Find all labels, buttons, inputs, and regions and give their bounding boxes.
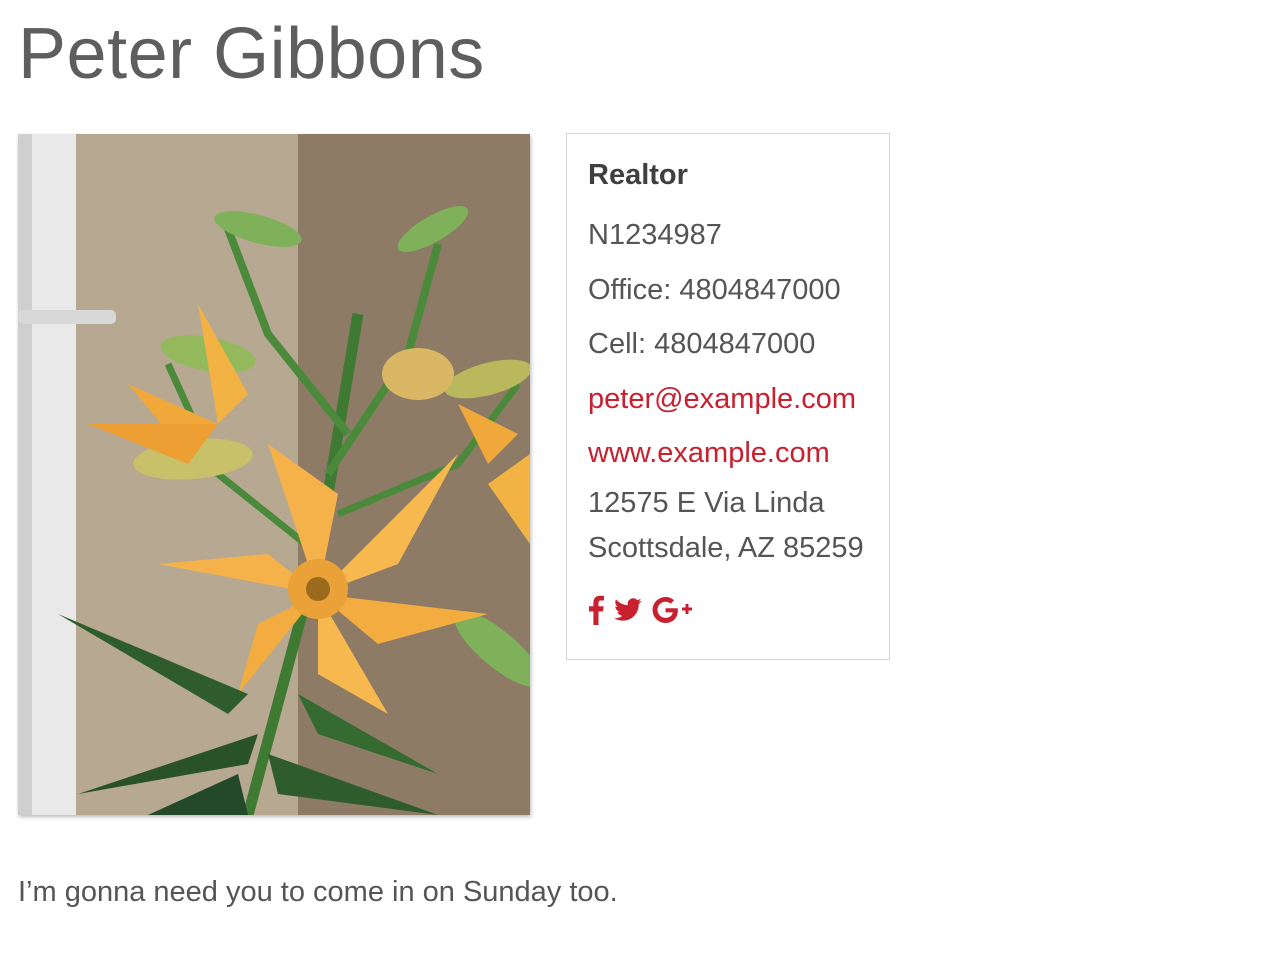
license-number: N1234987 bbox=[588, 219, 722, 251]
agent-photo bbox=[18, 134, 530, 815]
agent-role: Realtor bbox=[588, 159, 688, 191]
page-title: Peter Gibbons bbox=[18, 14, 485, 94]
social-links bbox=[588, 595, 869, 625]
address-city: Scottsdale, AZ 85259 bbox=[588, 531, 864, 564]
address: 12575 E Via Linda Scottsdale, AZ 85259 bbox=[588, 481, 869, 571]
agent-bio: I’m gonna need you to come in on Sunday … bbox=[18, 876, 618, 908]
office-phone: Office: 4804847000 bbox=[588, 273, 841, 306]
lily-flower-image bbox=[18, 134, 530, 815]
email-link[interactable]: peter@example.com bbox=[588, 372, 869, 427]
address-street: 12575 E Via Linda bbox=[588, 486, 825, 519]
website-link[interactable]: www.example.com bbox=[588, 426, 869, 481]
cell-phone: Cell: 4804847000 bbox=[588, 328, 816, 361]
twitter-icon[interactable] bbox=[614, 598, 642, 622]
google-plus-icon[interactable] bbox=[652, 596, 694, 624]
contact-card: Realtor N1234987 Office: 4804847000 Cell… bbox=[566, 133, 890, 660]
facebook-icon[interactable] bbox=[588, 595, 604, 625]
